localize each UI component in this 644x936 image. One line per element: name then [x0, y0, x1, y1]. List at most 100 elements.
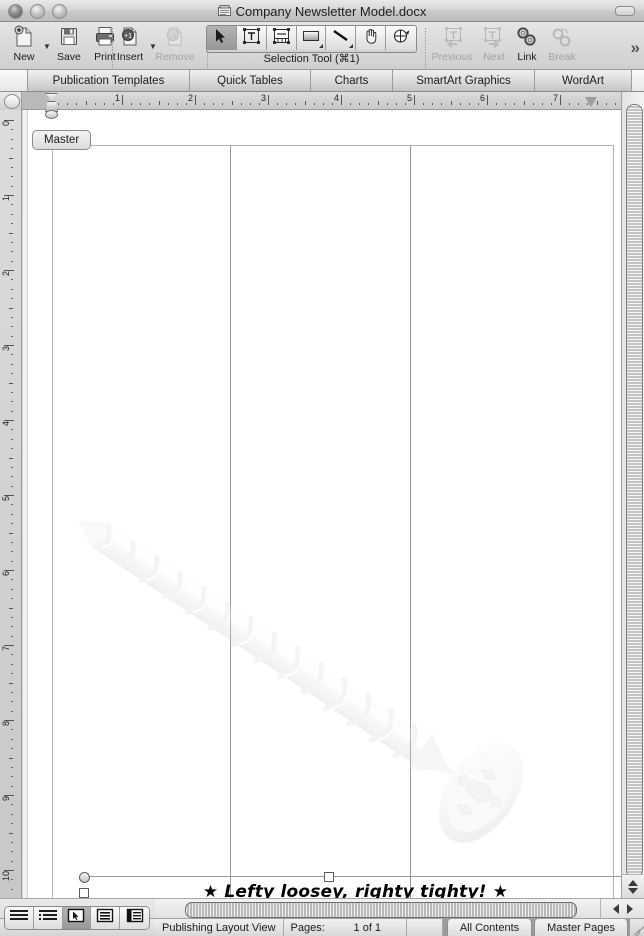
ruler-tick — [11, 617, 13, 618]
master-page-tab[interactable]: Master — [32, 130, 92, 150]
insert-menu-chevron-down-icon[interactable]: ▼ — [149, 42, 157, 51]
horizontal-scrollbar[interactable] — [155, 898, 644, 918]
ruler-tick — [332, 103, 333, 105]
shape-menu-triangle-icon[interactable] — [319, 44, 324, 48]
horizontal-ruler[interactable]: 1 2 3 4 5 6 7 — [0, 92, 644, 110]
rotate-tool-button[interactable] — [386, 26, 416, 50]
vertical-ruler[interactable]: 0 1 2 3 4 5 6 7 8 9 10 — [0, 110, 22, 900]
right-indent-marker[interactable] — [585, 97, 597, 107]
print-layout-view-button[interactable] — [91, 907, 121, 929]
left-margin-marker[interactable] — [45, 110, 58, 119]
tab-quick-tables[interactable]: Quick Tables — [190, 70, 311, 91]
ruler-tick — [277, 103, 278, 105]
ruler-tick — [11, 664, 13, 665]
ruler-tick — [578, 103, 579, 105]
selection-handle-middle-left[interactable] — [79, 888, 89, 898]
window-resize-grip[interactable] — [630, 918, 644, 936]
tab-wordart[interactable]: WordArt — [535, 70, 632, 91]
ruler-number: 8 — [1, 720, 11, 726]
line-menu-triangle-icon[interactable] — [349, 44, 354, 48]
ruler-tick — [11, 486, 13, 487]
new-menu-chevron-down-icon[interactable]: ▼ — [43, 42, 51, 51]
ruler-tick — [213, 103, 214, 105]
ruler-tick — [533, 103, 534, 105]
ruler-tick — [11, 504, 13, 505]
selection-handle-top-center[interactable] — [324, 872, 334, 882]
ruler-origin-knob-icon[interactable] — [4, 94, 20, 109]
shape-tool-button[interactable] — [296, 26, 327, 50]
ruler-tick — [323, 103, 324, 105]
screw-watermark-image[interactable] — [63, 511, 621, 900]
ruler-inch-tick — [4, 645, 14, 646]
insert-button[interactable]: +1 Insert — [112, 22, 148, 68]
scroll-down-arrow-icon[interactable] — [628, 887, 638, 894]
scroll-up-arrow-icon[interactable] — [628, 879, 638, 886]
ruler-inch-tick — [341, 95, 342, 105]
break-button[interactable]: Break — [543, 22, 581, 68]
notebook-layout-view-button[interactable] — [120, 907, 149, 929]
ruler-tick — [432, 103, 433, 105]
ruler-tick — [286, 103, 287, 105]
scroll-right-arrow-icon[interactable] — [626, 903, 633, 914]
previous-button[interactable]: Previous — [427, 22, 477, 68]
sheet-tab-master-pages[interactable]: Master Pages — [534, 918, 628, 936]
tab-smartart-graphics[interactable]: SmartArt Graphics — [393, 70, 535, 91]
ruler-tick — [250, 103, 251, 105]
tab-charts[interactable]: Charts — [311, 70, 393, 91]
ruler-tick — [11, 598, 13, 599]
link-button[interactable]: Link — [511, 22, 543, 68]
document-icon — [217, 5, 231, 17]
table-tool-button[interactable] — [266, 26, 297, 50]
hand-tool-button[interactable] — [356, 26, 387, 50]
ruler-tick — [11, 861, 13, 862]
ruler-tick — [387, 103, 388, 105]
ruler-tick — [11, 842, 13, 843]
remove-button[interactable]: -1 Remove — [155, 22, 194, 68]
horizontal-scrollbar-arrows[interactable] — [600, 899, 644, 918]
ruler-number: 2 — [188, 93, 194, 103]
ruler-tick — [241, 103, 242, 105]
rectangle-shape-icon — [302, 29, 320, 48]
save-button[interactable]: Save — [51, 22, 87, 68]
ruler-tick — [11, 476, 13, 477]
outline-icon — [38, 909, 57, 928]
ruler-tick — [11, 214, 13, 215]
next-button[interactable]: Next — [477, 22, 511, 68]
text-box-tool-button[interactable] — [236, 26, 267, 50]
sheet-tab-all-contents[interactable]: All Contents — [446, 918, 533, 936]
tab-publication-templates[interactable]: Publication Templates — [28, 70, 190, 91]
horizontal-scrollbar-thumb[interactable] — [185, 902, 577, 918]
selection-handle-top-left[interactable] — [79, 872, 90, 883]
vertical-scrollbar-thumb[interactable] — [626, 104, 643, 878]
document-canvas[interactable]: ★ Lefty loosey, righty tighty! ★ — [23, 110, 621, 900]
new-button[interactable]: New — [6, 22, 42, 68]
ruler-tick — [67, 103, 68, 105]
line-tool-button[interactable] — [326, 26, 357, 50]
ruler-tick — [11, 814, 13, 815]
ruler-tick — [131, 103, 132, 105]
toolbar-overflow-button[interactable]: » — [631, 38, 640, 58]
vertical-scrollbar[interactable] — [621, 92, 644, 898]
ruler-number: 3 — [1, 345, 11, 351]
sheet-tab-group: All Contents Master Pages — [442, 918, 630, 936]
document-page[interactable]: ★ Lefty loosey, righty tighty! ★ — [52, 145, 621, 900]
draft-view-button[interactable] — [5, 907, 34, 929]
ruler-corner-button[interactable] — [0, 92, 22, 110]
vertical-scrollbar-arrows[interactable] — [622, 874, 644, 898]
caption-text-box[interactable]: ★ Lefty loosey, righty tighty! ★ — [83, 876, 621, 900]
ruler-tick — [478, 103, 479, 105]
ruler-tick — [314, 103, 315, 105]
outline-view-button[interactable] — [33, 907, 63, 929]
publishing-layout-view-button[interactable] — [62, 907, 92, 929]
scroll-left-arrow-icon[interactable] — [612, 903, 619, 914]
ruler-inch-tick — [4, 570, 14, 571]
ruler-number: 6 — [480, 93, 486, 103]
ruler-tick — [104, 103, 105, 105]
ruler-tick — [514, 103, 515, 105]
ruler-tick — [11, 261, 13, 262]
break-chain-icon — [550, 24, 574, 50]
toolbar-toggle-button[interactable] — [615, 6, 635, 16]
selection-tool-button[interactable] — [207, 26, 237, 50]
ruler-tick — [11, 636, 13, 637]
previous-textbox-icon — [439, 24, 465, 50]
